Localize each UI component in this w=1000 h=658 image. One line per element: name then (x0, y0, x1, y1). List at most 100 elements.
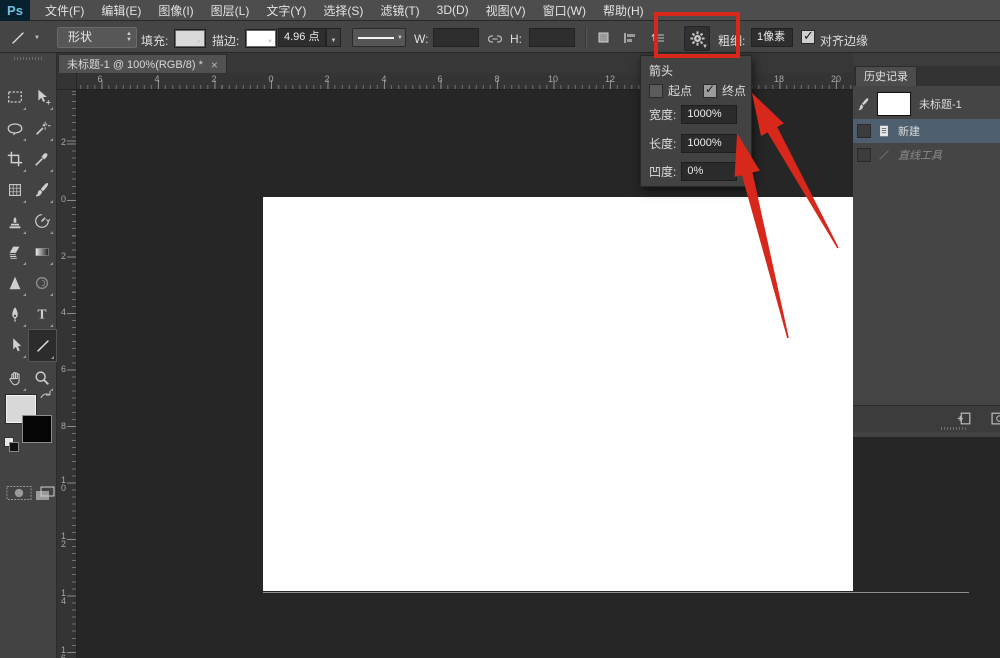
hruler-label: 6 (432, 74, 448, 84)
stroke-caret-icon[interactable]: ▼ (267, 39, 273, 45)
vruler-label: 8 (59, 422, 68, 430)
tool-rectangular-marquee-icon[interactable] (1, 81, 28, 112)
length-field-input[interactable]: 1000% (681, 134, 737, 153)
menu-item[interactable]: 窗口(W) (543, 2, 586, 19)
tool-clone-stamp-icon[interactable] (1, 205, 28, 236)
vruler-label: 2 (59, 252, 68, 260)
length-field-row: 长度: 1000% (649, 134, 737, 153)
menu-item[interactable]: 帮助(H) (603, 2, 644, 19)
history-step-label: 直线工具 (898, 147, 942, 163)
background-color-swatch[interactable] (22, 415, 52, 443)
document-tab[interactable]: 未标题-1 @ 100%(RGB/8) * × (58, 54, 227, 74)
vruler-label: 12 (59, 532, 68, 548)
history-source-well[interactable] (857, 124, 871, 138)
history-brush-source-icon[interactable] (856, 96, 872, 112)
thickness-input[interactable]: 1像素 (751, 28, 793, 47)
options-separator (585, 27, 587, 48)
menu-item[interactable]: 滤镜(T) (380, 2, 419, 19)
toolbar-drag-handle[interactable] (14, 57, 42, 60)
tool-gradient-icon[interactable] (28, 236, 55, 267)
hruler-label: 12 (602, 74, 618, 84)
menu-item[interactable]: 图层(L) (211, 2, 250, 19)
new-document-icon (877, 124, 891, 138)
tool-pen-icon[interactable] (1, 298, 28, 329)
path-operations-icon[interactable] (592, 26, 616, 49)
ruler-corner[interactable] (57, 73, 77, 90)
tool-eyedropper-icon[interactable] (28, 143, 55, 174)
history-source-well[interactable] (857, 148, 871, 162)
hruler-label: 6 (92, 74, 108, 84)
align-edges-checkbox[interactable] (801, 30, 815, 44)
vruler-label: 16 (59, 646, 68, 658)
tool-healing-brush-icon[interactable] (1, 174, 28, 205)
tool-brush-icon[interactable] (28, 174, 55, 205)
menu-item[interactable]: 文字(Y) (266, 2, 306, 19)
vruler-label: 0 (59, 195, 68, 203)
hruler-label: 20 (828, 74, 844, 84)
tab-close-icon[interactable]: × (211, 56, 218, 74)
tool-grid: T (1, 81, 55, 393)
history-step-new[interactable]: 新建 (853, 119, 1000, 143)
end-checkbox[interactable] (703, 84, 717, 98)
stroke-width-input[interactable]: 4.96 点 (278, 28, 326, 47)
snapshot-thumbnail[interactable] (877, 92, 911, 116)
history-panel-top-strip (853, 53, 1000, 66)
menu-item[interactable]: 选择(S) (323, 2, 363, 19)
menu-item[interactable]: 3D(D) (437, 3, 469, 17)
tool-hand-icon[interactable] (1, 362, 28, 393)
menu-item[interactable]: 编辑(E) (101, 2, 141, 19)
menu-item[interactable]: 文件(F) (45, 2, 84, 19)
tool-line-icon[interactable] (28, 329, 57, 362)
panel-drag-handle[interactable] (941, 427, 967, 430)
history-list: 未标题-1 新建 直线工具 (853, 86, 1000, 405)
tool-preset-caret-icon[interactable]: ▼ (34, 35, 40, 41)
tool-mode-select[interactable]: 形状 ▲▼ (57, 27, 137, 48)
height-label: H: (510, 32, 522, 46)
tool-sharpen-icon[interactable] (1, 267, 28, 298)
default-colors-icon[interactable] (4, 437, 18, 451)
history-snapshot-row[interactable]: 未标题-1 (853, 90, 1000, 118)
tool-type-icon[interactable]: T (28, 298, 55, 329)
tool-options-bar: ▼ 形状 ▲▼ 填充: ▼ 描边: ▼ 4.96 点 ▼ ▼ W: H: ▼ 粗… (0, 21, 1000, 53)
width-field-input[interactable]: 1000% (681, 105, 737, 124)
tool-eraser-icon[interactable] (1, 236, 28, 267)
tool-lasso-icon[interactable] (1, 112, 28, 143)
snapshot-camera-icon[interactable] (991, 410, 1000, 430)
tool-burn-icon[interactable] (28, 267, 55, 298)
history-step-line-tool[interactable]: 直线工具 (853, 143, 1000, 167)
menu-item[interactable]: 图像(I) (158, 2, 193, 19)
link-dimensions-icon[interactable] (483, 27, 507, 50)
path-alignment-icon[interactable] (618, 26, 642, 49)
line-tool-step-icon (877, 148, 891, 162)
width-input[interactable] (433, 28, 479, 47)
stroke-width-caret[interactable]: ▼ (326, 28, 341, 47)
stroke-style-preview[interactable]: ▼ (352, 28, 406, 47)
history-panel-footer (853, 405, 1000, 432)
annotation-highlight-box (654, 12, 740, 58)
fill-caret-icon[interactable]: ▼ (196, 39, 202, 45)
tool-move-icon[interactable] (28, 81, 55, 112)
document-canvas[interactable] (263, 197, 853, 591)
tool-preset-line-icon[interactable] (6, 26, 30, 49)
tool-crop-icon[interactable] (1, 143, 28, 174)
vertical-ruler[interactable]: 420246810121416 (57, 90, 77, 658)
start-checkbox[interactable] (649, 84, 663, 98)
width-field-row: 宽度: 1000% (649, 105, 737, 124)
vruler-label: 4 (59, 308, 68, 316)
snapshot-label: 未标题-1 (919, 96, 962, 112)
concavity-field-input[interactable]: 0% (681, 162, 737, 181)
screen-mode-button[interactable] (34, 485, 56, 508)
tool-path-selection-icon[interactable] (1, 329, 28, 360)
hruler-label: 18 (771, 74, 787, 84)
tool-history-brush-icon[interactable] (28, 205, 55, 236)
height-input[interactable] (529, 28, 575, 47)
concavity-field-row: 凹度: 0% (649, 162, 737, 181)
quick-mask-button[interactable] (6, 485, 32, 506)
vruler-label: 6 (59, 365, 68, 373)
history-panel-tab[interactable]: 历史记录 (855, 66, 917, 87)
menu-item[interactable]: 视图(V) (486, 2, 526, 19)
swap-colors-icon[interactable] (38, 389, 54, 403)
tools-panel: T (0, 53, 57, 658)
tool-magic-wand-icon[interactable] (28, 112, 55, 143)
vruler-label: 10 (59, 476, 68, 492)
